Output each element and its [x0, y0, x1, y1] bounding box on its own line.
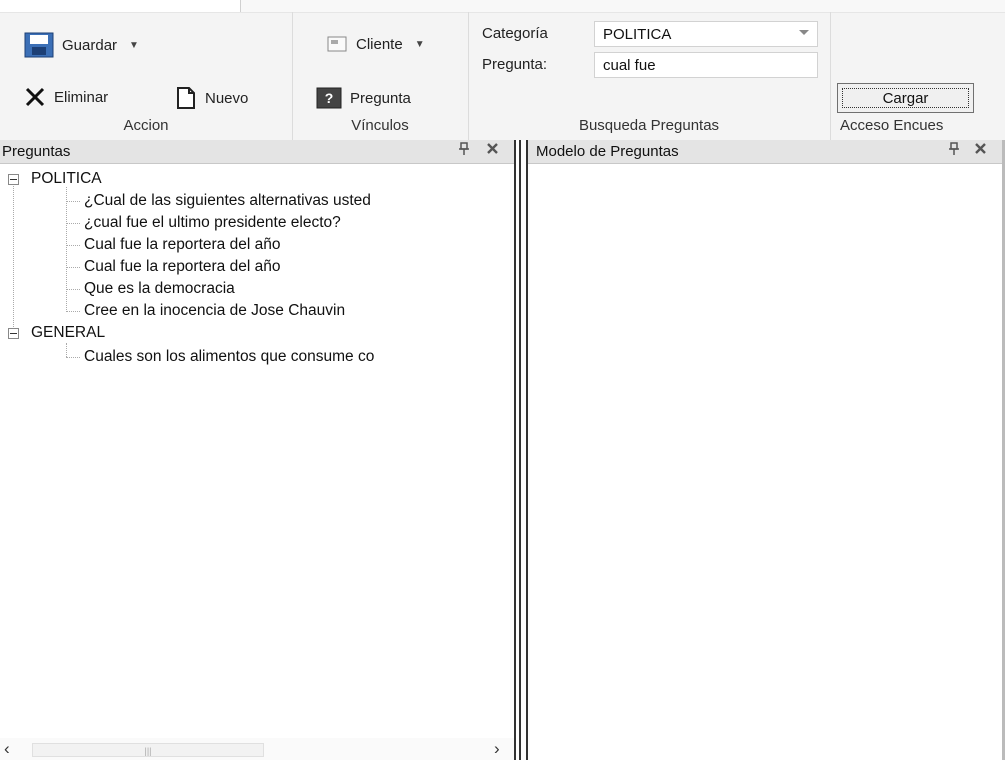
tree-node-label: GENERAL — [31, 324, 106, 341]
tree-item[interactable]: ¿Cual de las siguientes alternativas ust… — [84, 190, 371, 212]
question-link-button[interactable]: ? Pregunta — [316, 87, 411, 109]
help-icon: ? — [316, 87, 342, 109]
tree-connector — [66, 245, 80, 246]
tree-connector — [66, 357, 80, 358]
question-search-input[interactable]: cual fue — [594, 52, 818, 78]
tree-item[interactable]: Cual fue la reportera del año — [84, 256, 280, 278]
tree-connector — [66, 187, 67, 312]
group-label-acceso: Acceso Encues — [840, 117, 944, 134]
tree-node-label: POLITICA — [31, 170, 102, 187]
tree-node-politica[interactable]: POLITICA — [8, 168, 102, 190]
modelo-panel-header: Modelo de Preguntas — [528, 140, 1005, 164]
scrollbar-thumb[interactable]: ||| — [32, 743, 264, 757]
new-document-icon — [175, 86, 197, 110]
tree-item-label: ¿Cual de las siguientes alternativas ust… — [84, 192, 371, 209]
collapse-icon[interactable] — [8, 173, 19, 185]
tree-item-label: Cree en la inocencia de Jose Chauvin — [84, 302, 346, 319]
ribbon-active-tab[interactable] — [0, 0, 241, 12]
preguntas-tree[interactable]: POLITICA ¿Cual de las siguientes alterna… — [0, 165, 514, 730]
tree-item-label: Cual fue la reportera del año — [84, 236, 281, 253]
horizontal-scrollbar[interactable]: ‹ ||| › — [0, 738, 514, 760]
new-button[interactable]: Nuevo — [175, 86, 248, 110]
preguntas-panel-title: Preguntas — [2, 143, 71, 160]
load-button[interactable]: Cargar — [837, 83, 974, 113]
load-label: Cargar — [882, 89, 929, 107]
save-label: Guardar — [62, 36, 118, 54]
client-button[interactable]: Cliente ▼ — [326, 34, 425, 54]
delete-label: Eliminar — [54, 88, 109, 106]
save-icon — [24, 32, 54, 58]
modelo-panel-body — [528, 165, 1005, 760]
group-acceso: Acceso Encues — [830, 12, 1005, 140]
tree-item-label: Que es la democracia — [84, 280, 235, 297]
modelo-panel-title: Modelo de Preguntas — [536, 143, 679, 160]
tree-node-general[interactable]: GENERAL — [8, 322, 105, 344]
group-label-accion: Accion — [123, 117, 169, 134]
client-icon — [326, 34, 348, 54]
close-icon[interactable] — [486, 142, 499, 159]
scroll-right-icon[interactable]: › — [494, 739, 500, 759]
tree-item[interactable]: Que es la democracia — [84, 278, 235, 300]
ribbon: Guardar ▼ Eliminar Nuevo Accion Cliente … — [0, 0, 1005, 141]
chevron-down-icon: ▼ — [129, 39, 139, 51]
group-accion: Guardar ▼ Eliminar Nuevo Accion — [0, 12, 293, 140]
tree-connector — [13, 181, 14, 333]
tree-item-label: Cual fue la reportera del año — [84, 258, 281, 275]
svg-text:?: ? — [325, 90, 334, 106]
category-label: Categoría — [482, 25, 548, 42]
client-label: Cliente — [356, 35, 403, 53]
tree-item[interactable]: Cuales son los alimentos que consume co — [84, 346, 374, 368]
splitter-line — [519, 140, 521, 760]
tree-connector — [66, 201, 80, 202]
tree-item-label: ¿cual fue el ultimo presidente electo? — [84, 214, 341, 231]
category-combobox[interactable]: POLITICA — [594, 21, 818, 47]
pin-icon[interactable] — [948, 142, 960, 160]
new-label: Nuevo — [205, 89, 249, 107]
group-label-vinculos: Vínculos — [351, 117, 409, 134]
tree-item-label: Cuales son los alimentos que consume co — [84, 348, 375, 365]
splitter-line — [514, 140, 516, 760]
preguntas-panel-header: Preguntas — [0, 140, 514, 164]
chevron-down-icon: ▼ — [414, 38, 425, 50]
panel-splitter[interactable] — [514, 140, 528, 760]
tree-item[interactable]: ¿cual fue el ultimo presidente electo? — [84, 212, 341, 234]
close-icon[interactable] — [974, 142, 987, 159]
question-link-label: Pregunta — [350, 89, 411, 107]
save-button[interactable]: Guardar ▼ — [24, 32, 139, 58]
chevron-down-icon[interactable] — [799, 30, 809, 35]
question-field-label: Pregunta: — [482, 56, 548, 73]
delete-button[interactable]: Eliminar — [24, 86, 108, 108]
tree-item[interactable]: Cual fue la reportera del año — [84, 234, 280, 256]
group-vinculos: Cliente ▼ ? Pregunta Vínculos — [292, 12, 469, 140]
delete-icon — [24, 86, 46, 108]
question-search-value: cual fue — [603, 56, 656, 74]
category-value: POLITICA — [603, 25, 672, 43]
tree-item[interactable]: Cree en la inocencia de Jose Chauvin — [84, 300, 345, 322]
pin-icon[interactable] — [458, 142, 470, 160]
tree-connector — [66, 311, 80, 312]
group-label-busqueda: Busqueda Preguntas — [578, 117, 720, 134]
tree-connector — [66, 289, 80, 290]
tree-connector — [66, 223, 80, 224]
collapse-icon[interactable] — [8, 327, 19, 339]
tree-connector — [66, 343, 67, 357]
tree-connector — [66, 267, 80, 268]
scroll-left-icon[interactable]: ‹ — [4, 739, 10, 759]
